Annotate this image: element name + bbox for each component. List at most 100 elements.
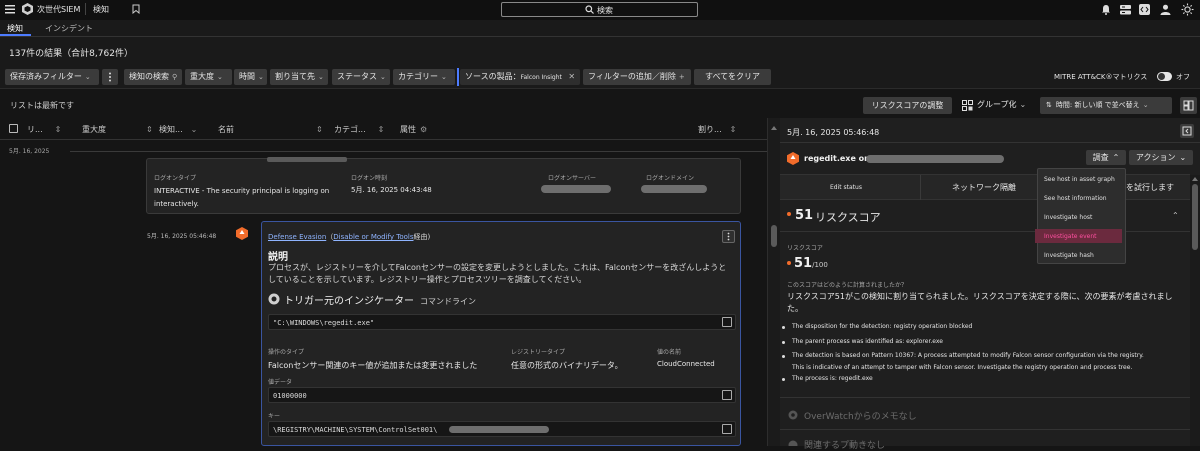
column-category[interactable]: カテゴ... ⇕	[334, 124, 384, 135]
time-filter[interactable]: 時間 ⌄	[234, 69, 267, 85]
redacted-key	[449, 426, 549, 433]
tab-incidents[interactable]: インシデント	[45, 23, 93, 34]
hamburger-menu-icon[interactable]	[5, 4, 15, 14]
bell-icon[interactable]	[1101, 4, 1111, 15]
pane-splitter[interactable]	[767, 118, 780, 446]
value-name-value: CloudConnected	[657, 360, 715, 368]
tactic-link[interactable]: Defense Evasion	[268, 233, 326, 241]
menu-item-investigate-host[interactable]: Investigate host	[1044, 214, 1092, 221]
category-filter[interactable]: カテゴリー ⌄	[393, 69, 455, 85]
user-icon[interactable]	[1160, 4, 1171, 15]
chevron-up-icon[interactable]: ⌃	[1172, 211, 1179, 220]
copy-icon[interactable]	[722, 390, 732, 400]
column-attributes[interactable]: 属性 ⚙	[400, 124, 427, 135]
indicator-heading-text: トリガー元のインジケーター	[284, 296, 414, 307]
scrollbar-thumb[interactable]	[1192, 184, 1198, 250]
scroll-up-icon[interactable]	[771, 126, 777, 130]
theme-sun-icon[interactable]	[1181, 3, 1194, 16]
column-name[interactable]: 名前 ⇕	[218, 124, 323, 135]
description-text: プロセスが、レジストリーを介してFalconセンサーの設定を変更しようとしました…	[268, 263, 727, 284]
group-by-button[interactable]: グループ化 ⌄	[977, 99, 1026, 110]
card-more-button[interactable]	[722, 230, 735, 243]
divider	[85, 3, 86, 15]
network-contain-tab[interactable]: ネットワーク隔離	[952, 182, 1016, 193]
logon-type-label: ログオンタイプ	[154, 175, 197, 182]
saved-filters-dropdown[interactable]: 保存済みフィルター ⌄	[5, 69, 99, 85]
bookmark-icon[interactable]	[132, 4, 140, 14]
copy-icon[interactable]	[722, 317, 732, 327]
scroll-up-icon[interactable]	[1192, 177, 1198, 181]
add-remove-filter-button[interactable]: フィルターの追加／削除 +	[583, 69, 691, 85]
value-data-value: 01000000	[273, 392, 307, 400]
divider	[780, 429, 1190, 430]
select-all-checkbox[interactable]	[9, 124, 18, 133]
risk-score-value: 51/100	[794, 256, 828, 271]
clear-all-label: すべてをクリア	[705, 72, 760, 81]
sort-dropdown[interactable]: ⇅ 時間: 新しい順 で並べ替え ⌄	[1040, 97, 1172, 114]
more-options-button[interactable]	[102, 69, 118, 85]
attempt-tab[interactable]: を試行します	[1126, 182, 1174, 193]
apps-icon[interactable]	[1120, 4, 1131, 15]
mitre-toggle[interactable]	[1157, 72, 1172, 81]
tab-detections[interactable]: 検知	[7, 23, 23, 34]
detection-search-button[interactable]: 検知の検索 ⚲	[124, 69, 182, 85]
column-label: リ...	[27, 125, 43, 134]
risk-dot-icon	[787, 212, 791, 216]
status-filter[interactable]: ステータス ⌄	[332, 69, 390, 85]
settings-icon: ⚙	[420, 125, 428, 134]
global-search-box[interactable]: 検索	[501, 2, 698, 17]
collapse-panel-button[interactable]	[1180, 124, 1194, 138]
factor-item: The parent process was identified as: ex…	[792, 338, 943, 345]
severity-filter[interactable]: 重大度 ⌄	[185, 69, 232, 85]
actions-label: アクション	[1135, 153, 1176, 162]
chevron-down-icon: ⌄	[441, 73, 447, 81]
technique-link[interactable]: Disable or Modify Tools	[333, 233, 413, 241]
close-icon[interactable]: ✕	[568, 72, 575, 81]
source-product-label: ソースの製品：	[465, 72, 521, 81]
severity-label: 重大度	[190, 72, 214, 81]
risk-summary: リスクスコア51がこの検知に割り当てられました。リスクスコアを決定する際に、次の…	[787, 292, 1173, 313]
date-group-header: 5月. 16, 2025	[9, 148, 50, 155]
code-icon[interactable]	[1139, 4, 1150, 15]
kebab-icon	[727, 232, 730, 241]
assigned-to-filter[interactable]: 割り当て先 ⌄	[270, 69, 328, 85]
column-risk[interactable]: リ... ⇕	[27, 124, 61, 135]
chevron-down-icon: ⌄	[217, 73, 223, 81]
panel-scrollbar[interactable]	[1190, 175, 1200, 446]
process-title: regedit.exe on	[804, 154, 870, 163]
column-severity[interactable]: 重大度 ⇕	[82, 124, 153, 135]
risk-score-adjust-button[interactable]: リスクスコアの調整	[863, 97, 952, 114]
chevron-down-icon: ⌄	[84, 73, 91, 81]
actions-button[interactable]: アクション ⌄	[1129, 150, 1193, 165]
investigate-button[interactable]: 調査 ⌃	[1086, 150, 1126, 165]
chevron-up-icon: ⌃	[1112, 153, 1120, 162]
scrollbar-thumb[interactable]	[771, 225, 777, 247]
bullet-dot	[782, 378, 785, 381]
menu-item-asset-graph[interactable]: See host in asset graph	[1044, 176, 1115, 183]
column-assigned[interactable]: 割り... ⇕	[698, 124, 736, 135]
menu-item-investigate-hash[interactable]: Investigate hash	[1044, 252, 1094, 259]
column-label: 重大度	[82, 125, 106, 134]
source-product-filter-chip[interactable]: ソースの製品：Falcon Insight ✕	[460, 69, 580, 85]
logon-details-card: ログオンタイプ INTERACTIVE - The security princ…	[146, 157, 741, 214]
copy-icon[interactable]	[722, 424, 732, 434]
value-data-label: 値データ	[268, 379, 293, 386]
detection-detail-card[interactable]: Defense Evasion（Disable or Modify Tools経…	[261, 221, 741, 446]
chevron-down-icon: ⌄	[1179, 153, 1187, 162]
logon-time-label: ログオン時刻	[351, 175, 388, 182]
bullet-dot	[782, 341, 785, 344]
column-detected[interactable]: 検知... ⌄	[159, 124, 197, 135]
description-heading: 説明	[268, 252, 288, 263]
active-tab-indicator	[0, 34, 31, 36]
factor-item: The detection is based on Pattern 10367:…	[792, 352, 1144, 359]
clear-all-button[interactable]: すべてをクリア	[694, 69, 771, 85]
risk-score-adjust-label: リスクスコアの調整	[871, 101, 944, 110]
top-bar: 次世代SIEM 検知 検索	[0, 0, 1200, 20]
menu-item-host-info[interactable]: See host information	[1044, 195, 1107, 202]
edit-status-tab[interactable]: Edit status	[830, 184, 862, 191]
redacted-domain	[641, 185, 707, 193]
menu-item-investigate-event[interactable]: Investigate event	[1044, 233, 1097, 240]
layout-toggle-button[interactable]	[1180, 97, 1197, 114]
detection-timestamp: 5月. 16, 2025 05:46:48	[147, 233, 217, 240]
via-text: 経由)	[413, 233, 431, 241]
